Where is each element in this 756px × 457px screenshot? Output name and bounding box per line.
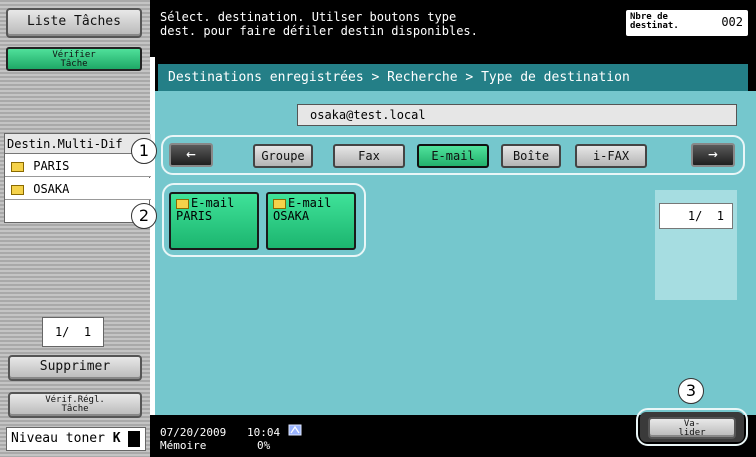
envelope-icon xyxy=(11,161,24,172)
validate-button[interactable]: Va- lider xyxy=(648,417,736,439)
callout-3: 3 xyxy=(678,378,704,404)
toner-color-label: K xyxy=(112,431,121,446)
arrow-left-icon: ← xyxy=(186,144,196,163)
destination-button-osaka[interactable]: E-mail OSAKA xyxy=(266,192,356,250)
tab-groupe[interactable]: Groupe xyxy=(253,144,313,168)
arrow-right-icon: → xyxy=(708,144,718,163)
callout-2: 2 xyxy=(131,203,157,229)
list-page-counter: 1/ 1 xyxy=(42,317,104,347)
verify-settings-button[interactable]: Vérif.Régl. Tâche xyxy=(8,392,142,418)
envelope-icon xyxy=(273,198,286,209)
tab-fax[interactable]: Fax xyxy=(333,144,405,168)
toner-label: Niveau toner xyxy=(11,431,105,446)
multi-destination-list: Destin.Multi-Dif PARIS OSAKA xyxy=(4,133,151,223)
memory-value: 0% xyxy=(257,439,271,452)
destination-count-label: Nbre de destinat. xyxy=(630,12,679,31)
tab-ifax[interactable]: i-FAX xyxy=(575,144,647,168)
destination-button-paris[interactable]: E-mail PARIS xyxy=(169,192,259,250)
verify-task-button[interactable]: Vérifier Tâche xyxy=(6,47,142,71)
task-list-button[interactable]: Liste Tâches xyxy=(6,8,142,38)
tab-boite[interactable]: Boîte xyxy=(501,144,561,168)
multi-destination-title: Destin.Multi-Dif xyxy=(5,134,151,154)
breadcrumb: Destinations enregistrées > Recherche > … xyxy=(158,64,748,91)
search-value-field: osaka@test.local xyxy=(297,104,737,126)
toner-level-indicator: Niveau toner K xyxy=(6,427,146,451)
instruction-bar: Sélect. destination. Utilser boutons typ… xyxy=(150,0,756,57)
callout-1: 1 xyxy=(131,138,157,164)
left-panel: Liste Tâches Vérifier Tâche Destin.Multi… xyxy=(0,0,151,457)
delete-button[interactable]: Supprimer xyxy=(8,355,142,381)
instruction-line-2: dest. pour faire défiler destin disponib… xyxy=(160,24,478,38)
destination-type-label: E-mail xyxy=(288,196,332,210)
destination-count-value: 002 xyxy=(721,15,743,29)
scroll-right-button[interactable]: → xyxy=(691,143,735,167)
list-item[interactable]: PARIS xyxy=(5,155,151,177)
destination-name: PARIS xyxy=(176,209,213,223)
destination-label: OSAKA xyxy=(33,182,70,196)
toner-bar-icon xyxy=(128,430,141,447)
destination-name: OSAKA xyxy=(273,209,310,223)
scroll-left-button[interactable]: ← xyxy=(169,143,213,167)
memory-label: Mémoire xyxy=(160,439,207,452)
main-panel: Destinations enregistrées > Recherche > … xyxy=(155,57,756,415)
network-icon xyxy=(288,421,302,436)
envelope-icon xyxy=(11,184,24,195)
page-indicator: 1/ 1 xyxy=(659,203,733,229)
date-text: 07/20/2009 xyxy=(160,426,227,439)
time-text: 10:04 xyxy=(247,426,281,439)
destination-label: PARIS xyxy=(33,159,70,173)
envelope-icon xyxy=(176,198,189,209)
destination-count-box: Nbre de destinat. 002 xyxy=(626,10,748,36)
destination-type-label: E-mail xyxy=(191,196,235,210)
list-item[interactable]: OSAKA xyxy=(5,178,151,200)
tab-email[interactable]: E-mail xyxy=(417,144,489,168)
instruction-line-1: Sélect. destination. Utilser boutons typ… xyxy=(160,10,457,24)
